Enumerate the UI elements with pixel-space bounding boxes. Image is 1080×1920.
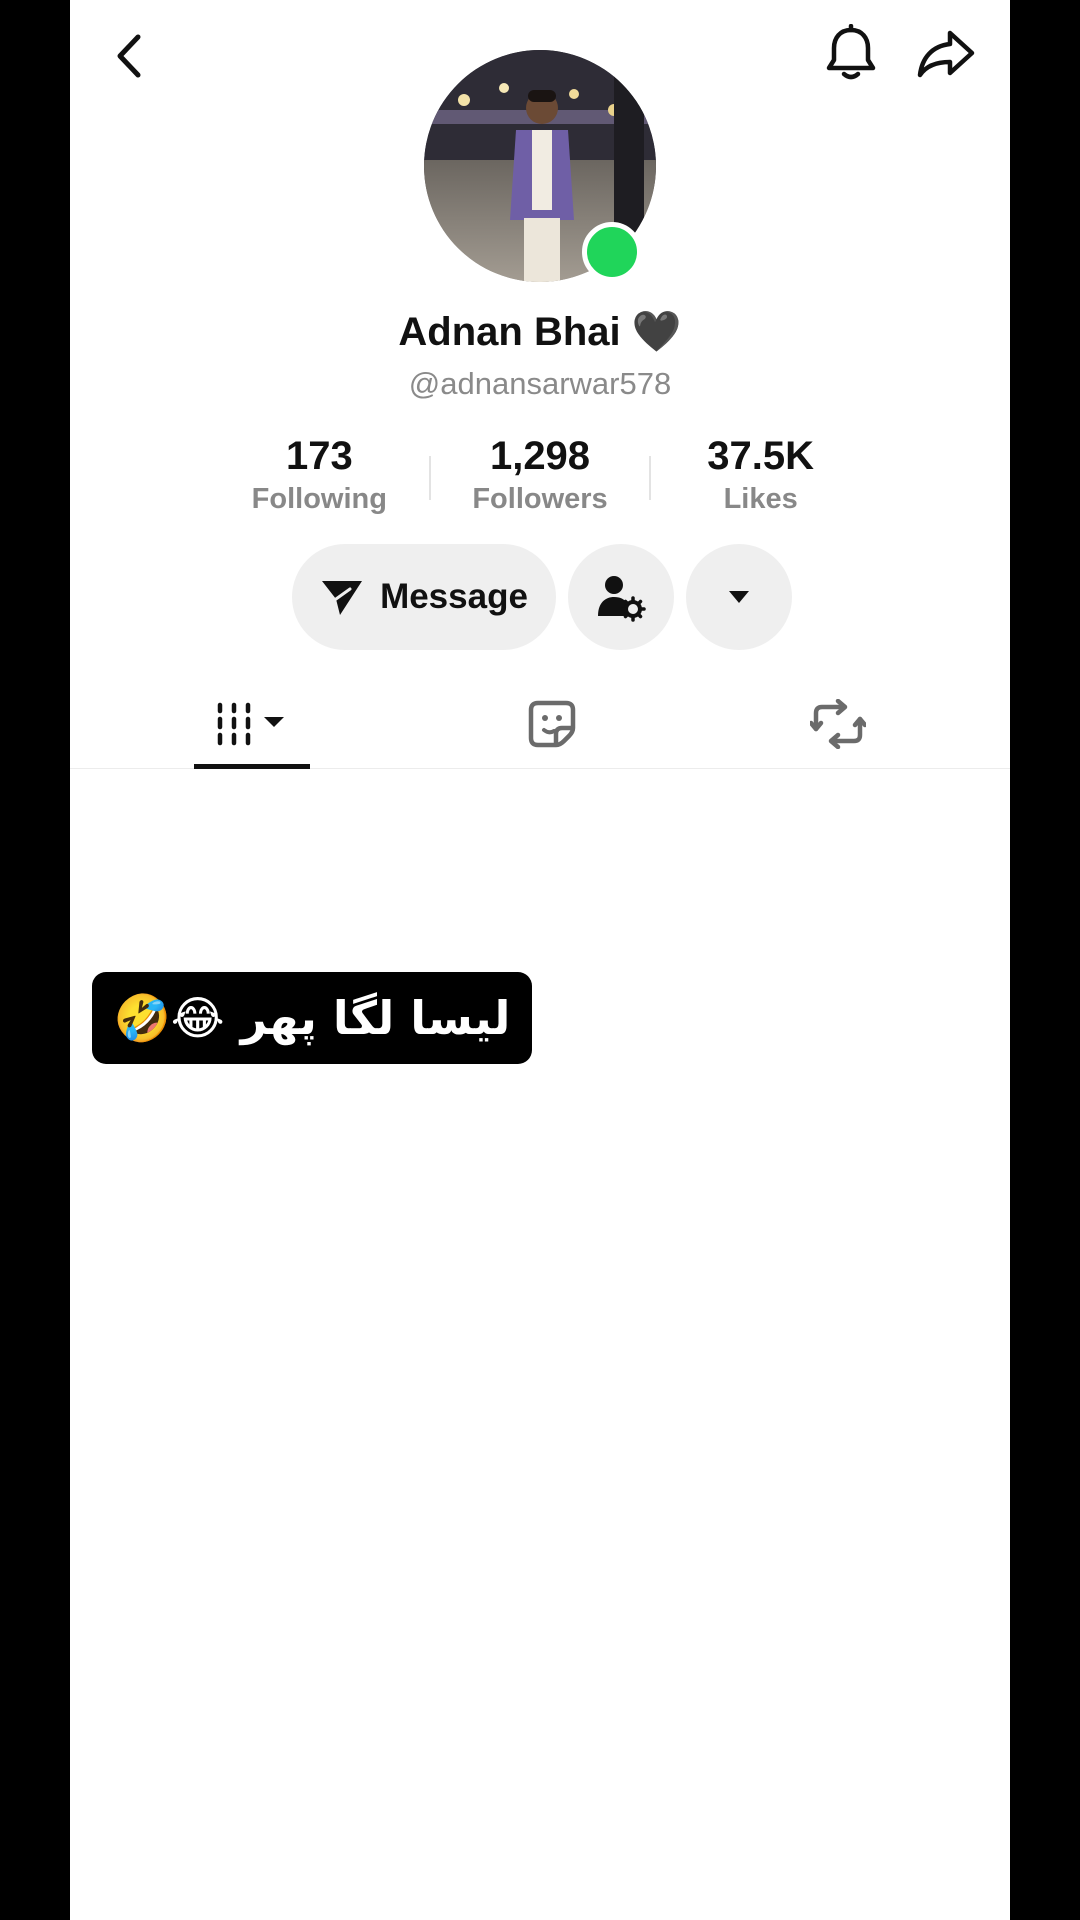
profile-stats: 173 Following 1,298 Followers 37.5K Like… (210, 432, 870, 522)
repost-icon (810, 699, 866, 749)
avatar[interactable] (424, 50, 656, 282)
user-settings-icon (598, 576, 646, 622)
stat-followers[interactable]: 1,298 Followers (431, 432, 650, 522)
message-button[interactable]: Message (292, 544, 556, 650)
content-tabs (70, 680, 1010, 769)
more-options-button[interactable] (686, 544, 792, 650)
profile-screen: Adnan Bhai 🖤 @adnansarwar578 173 Followi… (70, 0, 1010, 1920)
follow-settings-button[interactable] (568, 544, 674, 650)
sticker-icon (528, 700, 576, 748)
username: @adnansarwar578 (408, 366, 672, 401)
stat-value: 37.5K (707, 434, 815, 478)
notifications-button[interactable] (815, 18, 887, 90)
tab-videos[interactable] (194, 680, 310, 769)
post-caption: لیسا لگا پھر 😂🤣 (113, 990, 511, 1045)
stat-likes[interactable]: 37.5K Likes (651, 432, 870, 522)
stat-label: Following (251, 483, 387, 515)
bell-icon (826, 24, 876, 80)
caret-down-icon (729, 591, 749, 603)
stat-label: Followers (472, 483, 608, 515)
send-icon (322, 581, 363, 615)
chevron-left-icon (117, 34, 141, 78)
stat-value: 1,298 (489, 434, 591, 478)
share-button[interactable] (910, 18, 982, 90)
display-name: Adnan Bhai 🖤 (398, 310, 682, 354)
back-button[interactable] (94, 20, 166, 92)
tab-reposts[interactable] (780, 680, 896, 768)
grid-icon (217, 702, 284, 746)
profile-actions: Message (292, 544, 792, 650)
stat-value: 173 (285, 434, 353, 478)
online-status-dot (582, 222, 642, 282)
share-arrow-icon (917, 30, 975, 78)
tab-liked[interactable] (494, 680, 610, 768)
stat-following[interactable]: 173 Following (210, 432, 429, 522)
post-tile[interactable]: لیسا لگا پھر 😂🤣 (92, 972, 532, 1064)
message-label: Message (380, 577, 528, 616)
stat-label: Likes (723, 483, 798, 515)
